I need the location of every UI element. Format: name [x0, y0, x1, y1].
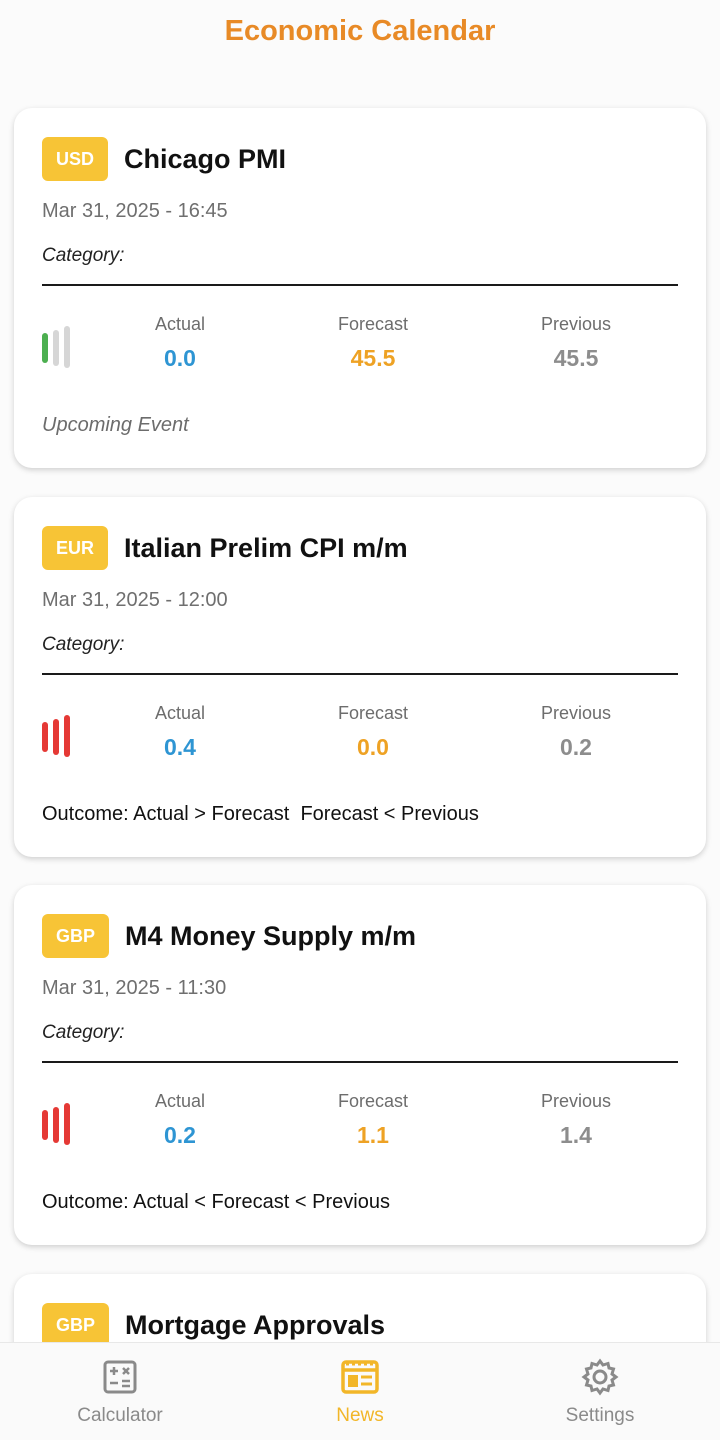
divider [42, 1061, 678, 1063]
previous-value: 0.2 [560, 734, 592, 760]
impact-bar [42, 333, 48, 363]
page-title: Economic Calendar [224, 14, 496, 47]
event-title: Mortgage Approvals [125, 1309, 386, 1340]
currency-badge: GBP [42, 914, 110, 958]
event-title-row: USD Chicago PMI [42, 137, 286, 181]
nav-calculator-label: Calculator [77, 1405, 163, 1426]
forecast-value: 1.1 [357, 1122, 389, 1148]
event-category: Category: [42, 245, 125, 266]
previous-label: Previous [540, 1091, 612, 1111]
actual-value: 0.0 [164, 345, 196, 371]
previous-stat: Previous 45.5 [476, 314, 676, 372]
gear-icon [581, 1358, 619, 1396]
previous-stat: Previous 0.2 [476, 703, 676, 761]
nav-settings-label: Settings [565, 1405, 635, 1426]
event-title-row: GBP Mortgage Approvals [42, 1303, 385, 1342]
impact-bar [53, 330, 59, 366]
forecast-label: Forecast [337, 703, 409, 723]
forecast-label: Forecast [337, 1091, 409, 1111]
impact-low-icon [42, 326, 74, 370]
event-card[interactable]: GBP M4 Money Supply m/m Mar 31, 2025 - 1… [14, 885, 706, 1245]
forecast-stat: Forecast 45.5 [273, 314, 473, 372]
actual-label: Actual [154, 314, 206, 334]
event-card[interactable]: EUR Italian Prelim CPI m/m Mar 31, 2025 … [14, 497, 706, 857]
event-feed[interactable]: USD Chicago PMI Mar 31, 2025 - 16:45 Cat… [0, 62, 720, 1342]
nav-news[interactable]: News [280, 1357, 440, 1427]
outcome-note: Outcome: Actual > Forecast Forecast < Pr… [42, 803, 479, 825]
nav-settings[interactable]: Settings [520, 1357, 680, 1427]
nav-news-label: News [336, 1405, 384, 1426]
bottom-navigation: Calculator News Settings [0, 1342, 720, 1440]
impact-bar [64, 326, 70, 368]
divider [42, 284, 678, 286]
actual-stat: Actual 0.4 [80, 703, 280, 761]
divider [42, 673, 678, 675]
upcoming-note: Upcoming Event [42, 414, 189, 436]
previous-label: Previous [540, 314, 612, 334]
event-title-row: GBP M4 Money Supply m/m [42, 914, 416, 958]
impact-bar [64, 715, 70, 757]
event-category: Category: [42, 634, 125, 655]
outcome-note: Outcome: Actual < Forecast < Previous [42, 1191, 390, 1213]
impact-high-icon [42, 1103, 74, 1147]
actual-stat: Actual 0.0 [80, 314, 280, 372]
nav-calculator[interactable]: Calculator [40, 1357, 200, 1427]
forecast-stat: Forecast 1.1 [273, 1091, 473, 1149]
impact-high-icon [42, 715, 74, 759]
forecast-stat: Forecast 0.0 [273, 703, 473, 761]
event-datetime: Mar 31, 2025 - 11:30 [42, 977, 227, 999]
currency-badge: USD [42, 137, 109, 181]
actual-label: Actual [154, 703, 206, 723]
previous-label: Previous [540, 703, 612, 723]
currency-badge: GBP [42, 1303, 110, 1342]
actual-value: 0.4 [164, 734, 196, 760]
event-datetime: Mar 31, 2025 - 16:45 [42, 200, 228, 222]
event-category: Category: [42, 1022, 125, 1043]
event-title: Italian Prelim CPI m/m [124, 532, 408, 563]
previous-value: 45.5 [553, 345, 599, 371]
forecast-label: Forecast [337, 314, 409, 334]
previous-value: 1.4 [560, 1122, 592, 1148]
impact-bar [42, 1110, 48, 1140]
event-card[interactable]: USD Chicago PMI Mar 31, 2025 - 16:45 Cat… [14, 108, 706, 468]
calculator-icon [103, 1360, 137, 1394]
previous-stat: Previous 1.4 [476, 1091, 676, 1149]
app-root: Economic Calendar USD Chicago PMI Mar 31… [0, 0, 720, 1440]
event-title: M4 Money Supply m/m [125, 920, 417, 951]
forecast-value: 45.5 [350, 345, 396, 371]
impact-bar [42, 722, 48, 752]
forecast-value: 0.0 [357, 734, 389, 760]
impact-bar [53, 719, 59, 755]
app-header: Economic Calendar [0, 0, 720, 62]
event-datetime: Mar 31, 2025 - 12:00 [42, 589, 228, 611]
currency-badge: EUR [42, 526, 109, 570]
event-card[interactable]: GBP Mortgage Approvals [14, 1274, 706, 1342]
impact-bar [64, 1103, 70, 1145]
actual-label: Actual [154, 1091, 206, 1111]
impact-bar [53, 1107, 59, 1143]
news-icon [341, 1360, 379, 1394]
actual-stat: Actual 0.2 [80, 1091, 280, 1149]
event-title-row: EUR Italian Prelim CPI m/m [42, 526, 408, 570]
actual-value: 0.2 [164, 1122, 196, 1148]
event-title: Chicago PMI [124, 143, 287, 174]
